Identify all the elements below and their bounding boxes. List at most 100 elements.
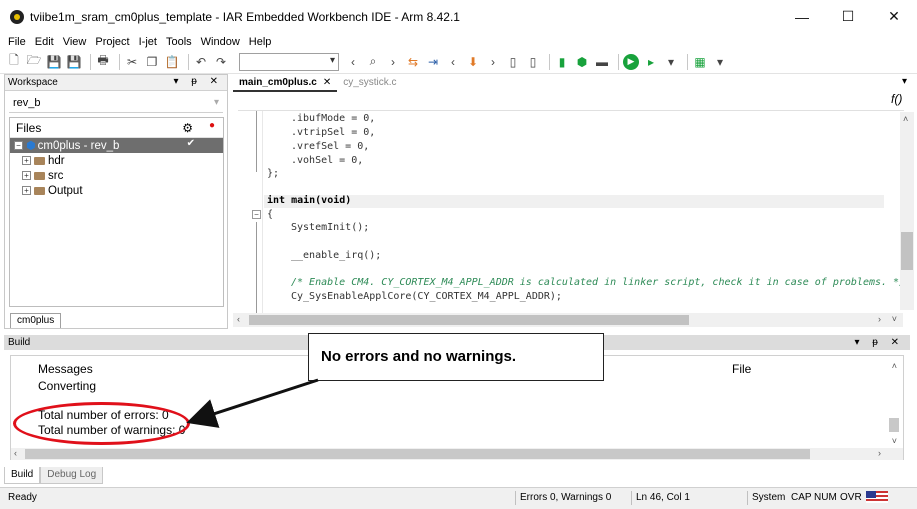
scroll-left-icon[interactable]: ‹ — [237, 314, 240, 324]
menu-tools[interactable]: Tools — [166, 36, 192, 48]
window-controls: — ☐ ✕ — [779, 0, 917, 33]
menu-project[interactable]: Project — [95, 36, 129, 48]
folder-icon — [34, 186, 45, 195]
toolbar-overflow-icon[interactable]: ▾ — [712, 54, 728, 70]
layout-icon[interactable]: ▦ — [692, 54, 708, 70]
code-line: .vrefSel = 0, — [291, 141, 370, 152]
scroll-up-icon[interactable]: ˄ — [903, 114, 908, 124]
status-divider — [515, 491, 516, 505]
scroll-thumb[interactable] — [249, 315, 689, 325]
tab-build[interactable]: Build — [4, 467, 41, 484]
menu-file[interactable]: File — [8, 36, 26, 48]
scroll-up-icon[interactable]: ˄ — [892, 361, 897, 371]
debug-without-download-icon[interactable]: ▸ — [643, 54, 659, 70]
scroll-right-icon[interactable]: › — [878, 314, 881, 324]
tree-item-hdr[interactable]: + hdr — [10, 153, 223, 168]
status-cap: CAP — [791, 492, 812, 503]
expand-icon[interactable]: + — [22, 186, 31, 195]
files-tree: Files ⚙ ● − ⬢ cm0plus - rev_b ✔ + hdr + … — [9, 117, 224, 307]
expand-icon[interactable]: + — [22, 156, 31, 165]
toolbar-separator — [549, 53, 550, 70]
close-tab-icon[interactable]: ✕ — [323, 77, 331, 88]
copy-icon[interactable]: ❐ — [144, 54, 160, 70]
bookmark-icon[interactable]: ⬇ — [465, 54, 481, 70]
editor-horizontal-scrollbar[interactable]: ‹ › ˅ — [233, 313, 903, 327]
minimize-button[interactable]: — — [779, 0, 825, 33]
maximize-button[interactable]: ☐ — [825, 0, 871, 33]
menu-window[interactable]: Window — [201, 36, 240, 48]
editor-vertical-scrollbar[interactable]: ˄ — [900, 112, 914, 310]
paste-icon[interactable]: 📋 — [164, 54, 180, 70]
configuration-select[interactable]: rev_b — [9, 95, 223, 113]
code-line: SystemInit(); — [291, 222, 370, 233]
redo-icon[interactable]: ↷ — [213, 54, 229, 70]
build-pane-controls[interactable]: ▾ ᵽ ✕ — [854, 335, 904, 350]
prev-bookmark-icon[interactable]: ▯ — [505, 54, 521, 70]
scroll-thumb[interactable] — [889, 418, 899, 432]
files-label: Files — [16, 120, 42, 135]
tab-main-cm0plus[interactable]: main_cm0plus.c ✕ — [233, 74, 338, 92]
toolbar-dropdown-icon[interactable]: ▾ — [663, 54, 679, 70]
nav-forward-icon[interactable]: › — [485, 54, 501, 70]
gear-icon[interactable]: ⚙ — [182, 121, 193, 135]
new-file-icon[interactable]: 🗋 — [6, 53, 22, 70]
tree-item-project[interactable]: − ⬢ cm0plus - rev_b ✔ — [10, 138, 223, 153]
save-all-icon[interactable]: 💾 — [66, 54, 82, 70]
undo-icon[interactable]: ↶ — [193, 54, 209, 70]
gutter — [262, 111, 263, 313]
compile-icon[interactable]: ▮ — [554, 54, 570, 70]
make-icon[interactable]: ⬢ — [574, 54, 590, 70]
collapse-icon[interactable]: − — [14, 141, 23, 150]
workspace-tab-cm0plus[interactable]: cm0plus — [10, 313, 62, 328]
goto-icon[interactable]: ⇥ — [425, 54, 441, 70]
tree-item-output[interactable]: + Output — [10, 183, 223, 198]
open-file-icon[interactable]: 🗁 — [26, 53, 42, 70]
title-bar: tviibe1m_sram_cm0plus_template - IAR Emb… — [0, 0, 917, 33]
tree-item-label: Output — [48, 184, 83, 197]
menu-help[interactable]: Help — [249, 36, 272, 48]
replace-icon[interactable]: ⇆ — [405, 54, 421, 70]
print-icon[interactable]: 🖶 — [95, 53, 111, 70]
scroll-down-icon[interactable]: ˅ — [892, 436, 897, 446]
files-header: Files ⚙ ● — [10, 118, 223, 138]
menu-ijet[interactable]: I-jet — [139, 36, 157, 48]
tab-debug-log[interactable]: Debug Log — [40, 467, 104, 484]
workspace-pane-controls[interactable]: ▾ ᵽ ✕ — [173, 76, 223, 87]
menu-view[interactable]: View — [63, 36, 87, 48]
find-next-icon[interactable]: › — [385, 54, 401, 70]
scroll-right-icon[interactable]: › — [878, 448, 881, 458]
save-icon[interactable]: 💾 — [46, 54, 62, 70]
cut-icon[interactable]: ✂ — [124, 54, 140, 70]
tab-cy-systick[interactable]: cy_systick.c — [337, 74, 402, 92]
messages-column-header[interactable]: Messages — [38, 362, 93, 376]
scroll-thumb[interactable] — [25, 449, 810, 459]
fold-guide — [256, 222, 257, 313]
function-list-button[interactable]: f() — [891, 92, 902, 106]
scroll-thumb[interactable] — [901, 232, 913, 270]
nav-back-icon[interactable]: ‹ — [445, 54, 461, 70]
next-bookmark-icon[interactable]: ▯ — [525, 54, 541, 70]
close-button[interactable]: ✕ — [871, 0, 917, 33]
status-system: System — [752, 492, 786, 503]
find-icon[interactable]: ⌕ — [365, 54, 381, 70]
code-line: .ibufMode = 0, — [291, 113, 376, 124]
find-combo[interactable] — [239, 52, 339, 71]
build-horizontal-scrollbar[interactable]: ‹ › — [11, 448, 903, 460]
menu-edit[interactable]: Edit — [35, 36, 54, 48]
status-divider — [631, 491, 632, 505]
scroll-down-icon[interactable]: ˅ — [892, 314, 897, 324]
tab-list-dropdown-icon[interactable]: ▾ — [902, 76, 907, 87]
expand-icon[interactable]: + — [22, 171, 31, 180]
download-debug-icon[interactable]: ▶ — [623, 53, 639, 70]
fold-collapse-icon[interactable]: − — [252, 210, 261, 219]
file-column-header[interactable]: File — [732, 362, 751, 376]
build-message[interactable]: Converting — [38, 379, 96, 393]
breakpoint-dot-icon: ● — [208, 120, 215, 131]
scroll-left-icon[interactable]: ‹ — [14, 448, 17, 458]
stop-build-icon[interactable]: ▬ — [594, 54, 610, 70]
code-editor[interactable]: .ibufMode = 0, .vtripSel = 0, .vrefSel =… — [238, 110, 904, 313]
tab-label: cy_systick.c — [343, 77, 397, 88]
find-prev-icon[interactable]: ‹ — [345, 54, 361, 70]
tree-item-src[interactable]: + src — [10, 168, 223, 183]
code-line: { — [267, 209, 274, 220]
